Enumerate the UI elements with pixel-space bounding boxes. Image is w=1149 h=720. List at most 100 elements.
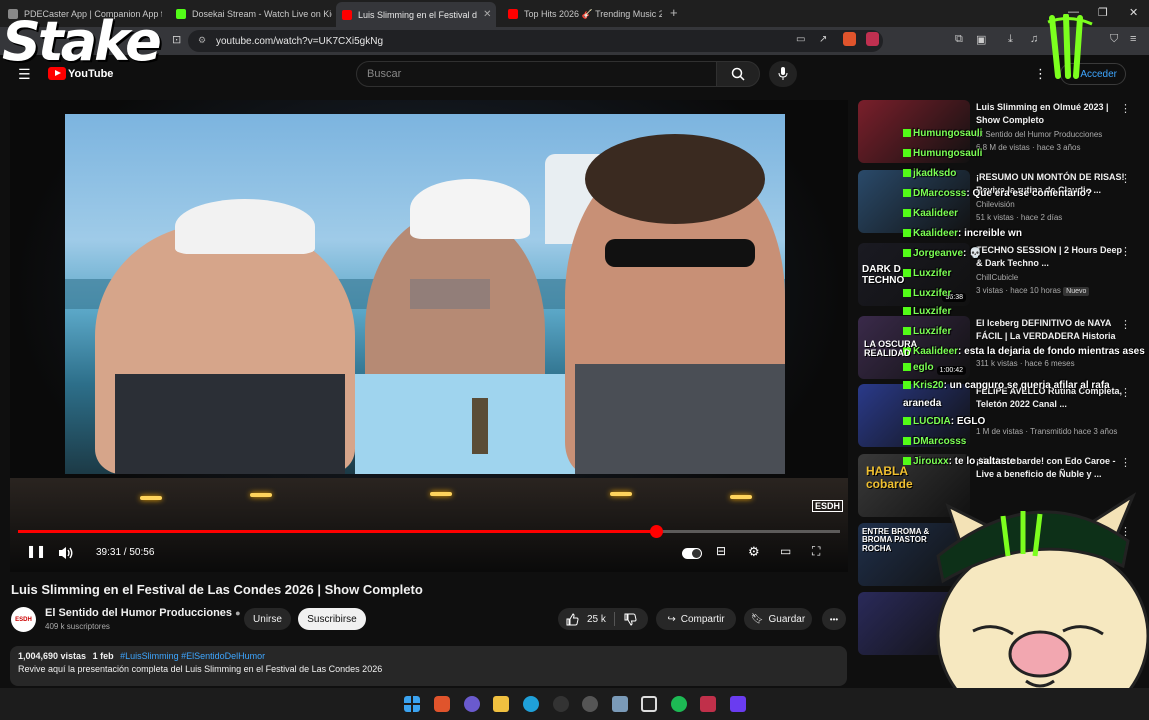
obs-icon[interactable] bbox=[553, 696, 569, 712]
chat-username: Luxzifer bbox=[913, 326, 952, 337]
video-options-icon[interactable]: ⋮ bbox=[1120, 172, 1131, 185]
video-options-icon[interactable]: ⋮ bbox=[1120, 386, 1131, 399]
join-button[interactable]: Unirse bbox=[244, 608, 291, 630]
like-button[interactable]: 25 k bbox=[566, 612, 606, 626]
close-tab-icon[interactable]: ✕ bbox=[483, 9, 491, 20]
recommended-title[interactable]: TECHNO SESSION | 2 Hours Deep & Dark Tec… bbox=[976, 244, 1126, 270]
spotify-icon[interactable] bbox=[671, 696, 687, 712]
verified-icon: ● bbox=[235, 608, 241, 618]
windows-start-icon[interactable] bbox=[404, 696, 420, 712]
chat-username: Kaalideer bbox=[913, 228, 959, 239]
recommended-video[interactable]: ¡RESUMO UN MONTÓN DE RISAS! Revive la ru… bbox=[858, 170, 1143, 236]
thumbnail-duration: 1:00:42 bbox=[936, 366, 966, 375]
recommended-title[interactable]: Luis Slimming en Olmué 2023 | Show Compl… bbox=[976, 101, 1126, 127]
sunglasses-right bbox=[605, 239, 755, 267]
download-icon[interactable]: ⤓ bbox=[1008, 33, 1013, 46]
url-field[interactable]: ⚙ youtube.com/watch?v=UK7CXi5gkNg bbox=[188, 30, 883, 52]
pause-button[interactable]: ❚❚ bbox=[26, 544, 46, 558]
file-explorer-icon[interactable] bbox=[493, 696, 509, 712]
chat-username: Humungosauli bbox=[913, 128, 983, 139]
description-meta: 1,004,690 vistas 1 feb #LuisSlimming #El… bbox=[18, 651, 265, 661]
video-player[interactable]: ESDH ❚❚ 39:31 / 50:56 ⊟ ⚙ ▭ ⛶ bbox=[10, 100, 848, 572]
recommended-video[interactable]: FELIPE AVELLO Rutina Completa, Teletón 2… bbox=[858, 384, 1143, 450]
site-info-icon[interactable]: ⚙ bbox=[198, 35, 206, 46]
save-button[interactable]: 🔖︎ Guardar bbox=[744, 608, 812, 630]
video-thumbnail[interactable] bbox=[858, 170, 970, 233]
recommended-meta: 6,8 M de vistas · hace 3 años bbox=[976, 143, 1081, 152]
theater-mode-icon[interactable]: ▭ bbox=[780, 544, 791, 558]
recommended-title[interactable]: El Iceberg DEFINITIVO de NAYA FÁCIL | La… bbox=[976, 317, 1126, 343]
progress-scrubber-handle[interactable] bbox=[649, 525, 663, 538]
close-window-button[interactable]: ✕ bbox=[1129, 6, 1138, 19]
view-count: 1,004,690 vistas bbox=[18, 651, 87, 661]
video-options-icon[interactable]: ⋮ bbox=[1120, 245, 1131, 258]
fullscreen-icon[interactable]: ⛶ bbox=[812, 544, 820, 559]
channel-name-text: El Sentido del Humor Producciones bbox=[45, 607, 233, 619]
chat-username: Kris20 bbox=[913, 380, 944, 391]
kick-badge-icon bbox=[903, 327, 911, 336]
video-options-icon[interactable]: ⋮ bbox=[1120, 456, 1131, 469]
brave-rewards-icon[interactable] bbox=[866, 32, 879, 46]
chat-username: Luxzifer bbox=[913, 306, 952, 317]
thumbs-up-icon bbox=[566, 612, 579, 625]
bookmark-icon[interactable]: ⊡ bbox=[172, 33, 181, 46]
browser-tab-kick[interactable]: Dosekai Stream - Watch Live on Kick bbox=[170, 4, 332, 24]
settings-gear-icon[interactable]: ⚙ bbox=[748, 544, 760, 560]
kick-badge-icon bbox=[903, 169, 911, 178]
new-tab-button[interactable]: + bbox=[670, 5, 678, 20]
channel-avatar[interactable]: ESDH bbox=[11, 607, 36, 632]
progress-bar[interactable] bbox=[18, 525, 840, 538]
thumbnail-text: HABLA cobarde bbox=[866, 464, 913, 491]
video-options-icon[interactable]: ⋮ bbox=[1120, 318, 1131, 331]
chat-message: Luxzifer bbox=[903, 288, 951, 299]
cap-middle bbox=[410, 179, 530, 239]
music-icon[interactable]: ♫ bbox=[1030, 33, 1038, 45]
search-input[interactable]: Buscar bbox=[356, 61, 717, 87]
clock-app-icon[interactable] bbox=[582, 696, 598, 712]
channel-name[interactable]: El Sentido del Humor Producciones ● bbox=[45, 607, 241, 619]
vpn-app-icon[interactable] bbox=[700, 696, 716, 712]
search-button[interactable] bbox=[716, 61, 760, 87]
media-app-icon[interactable] bbox=[641, 696, 657, 712]
join-label: Unirse bbox=[253, 613, 282, 625]
browser-menu-icon[interactable]: ≡ bbox=[1130, 33, 1136, 45]
subtitles-icon[interactable]: ⊟ bbox=[716, 544, 726, 558]
subscribe-button[interactable]: Suscribirse bbox=[298, 608, 366, 630]
cast-icon[interactable]: ▭ bbox=[796, 34, 805, 45]
maximize-button[interactable]: ❐ bbox=[1098, 6, 1108, 19]
browser-tab-youtube-active[interactable]: Luis Slimming en el Festival d ✕ bbox=[336, 2, 496, 27]
brave-icon[interactable] bbox=[434, 696, 450, 712]
thumbs-down-icon[interactable] bbox=[624, 613, 637, 626]
youtube-favicon-icon bbox=[508, 9, 518, 19]
sidebar-icon[interactable]: ▣ bbox=[976, 33, 986, 46]
more-actions-button[interactable]: ••• bbox=[822, 608, 846, 630]
calculator-icon[interactable] bbox=[612, 696, 628, 712]
tab-label: Dosekai Stream - Watch Live on Kick bbox=[192, 9, 332, 19]
url-text: youtube.com/watch?v=UK7CXi5gkNg bbox=[216, 35, 384, 47]
hashtags[interactable]: #LuisSlimming #ElSentidoDelHumor bbox=[120, 651, 265, 661]
chat-message: Humungosauli bbox=[903, 128, 982, 139]
autoplay-toggle[interactable] bbox=[682, 548, 702, 559]
youtube-favicon-icon bbox=[342, 9, 352, 20]
video-options-icon[interactable]: ⋮ bbox=[1120, 102, 1131, 115]
recommended-channel[interactable]: ChillCubicle bbox=[976, 273, 1018, 282]
description-box[interactable]: 1,004,690 vistas 1 feb #LuisSlimming #El… bbox=[10, 646, 847, 686]
share-icon[interactable]: ↗ bbox=[819, 34, 827, 45]
volume-icon[interactable] bbox=[58, 546, 74, 560]
recommended-channel[interactable]: El Sentido del Humor Producciones bbox=[976, 130, 1102, 139]
share-button[interactable]: ↪ Compartir bbox=[656, 608, 736, 630]
brave-shield-icon[interactable] bbox=[843, 32, 856, 46]
video-title: Luis Slimming en el Festival de Las Cond… bbox=[11, 582, 423, 597]
chat-username: Luxzifer bbox=[913, 288, 952, 299]
voice-search-button[interactable] bbox=[769, 61, 797, 87]
edge-icon[interactable] bbox=[523, 696, 539, 712]
discord-icon[interactable] bbox=[464, 696, 480, 712]
recommended-video[interactable]: Luis Slimming en Olmué 2023 | Show Compl… bbox=[858, 100, 1143, 166]
kick-badge-icon bbox=[903, 381, 911, 390]
tab-label: Luis Slimming en el Festival d bbox=[358, 9, 478, 20]
recommended-channel[interactable]: Chilevisión bbox=[976, 200, 1015, 209]
app-grid-icon[interactable] bbox=[730, 696, 746, 712]
extensions-icon[interactable]: ⧉ bbox=[955, 33, 963, 46]
vpn-icon[interactable]: ⛉ bbox=[1110, 33, 1118, 46]
browser-tab-tophits[interactable]: Top Hits 2026 🎸 Trending Music 20 bbox=[502, 4, 662, 24]
